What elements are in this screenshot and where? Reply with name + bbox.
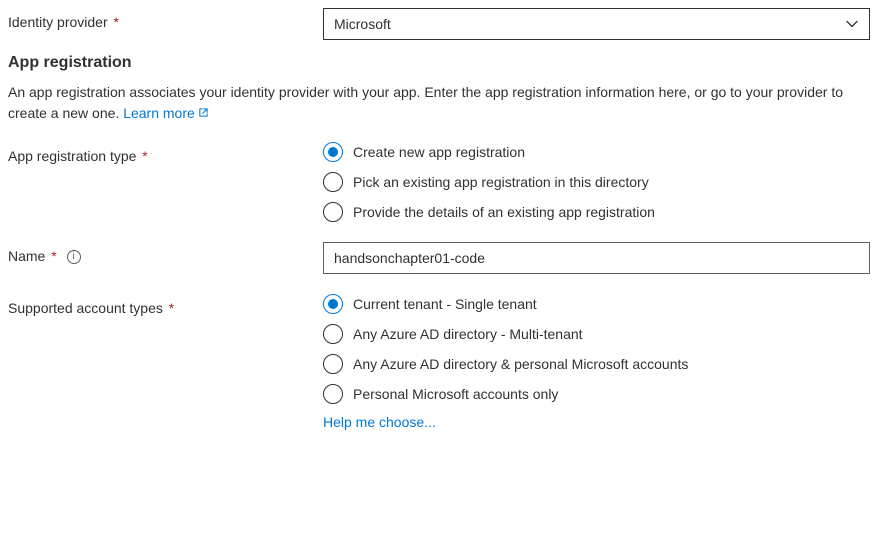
external-link-icon [198,103,209,114]
radio-icon [323,324,343,344]
identity-provider-dropdown[interactable]: Microsoft [323,8,870,40]
radio-label: Any Azure AD directory & personal Micros… [353,356,688,372]
info-icon[interactable]: i [67,250,81,264]
identity-provider-label: Identity provider [8,14,108,30]
registration-type-radio-group: Create new app registration Pick an exis… [323,142,870,222]
required-asterisk: * [51,248,56,264]
radio-label: Current tenant - Single tenant [353,296,537,312]
name-input[interactable] [323,242,870,274]
radio-label: Personal Microsoft accounts only [353,386,558,402]
identity-provider-value: Microsoft [334,16,391,32]
radio-icon [323,294,343,314]
radio-label: Any Azure AD directory - Multi-tenant [353,326,583,342]
radio-icon [323,202,343,222]
radio-multi-tenant[interactable]: Any Azure AD directory - Multi-tenant [323,324,870,344]
required-asterisk: * [114,14,119,30]
radio-label: Create new app registration [353,144,525,160]
radio-icon [323,384,343,404]
chevron-down-icon [845,17,859,31]
app-registration-heading: App registration [8,54,870,72]
app-registration-description: An app registration associates your iden… [8,82,870,124]
required-asterisk: * [169,300,174,316]
account-types-radio-group: Current tenant - Single tenant Any Azure… [323,294,870,404]
radio-personal-only[interactable]: Personal Microsoft accounts only [323,384,870,404]
radio-label: Pick an existing app registration in thi… [353,174,649,190]
radio-icon [323,172,343,192]
radio-icon [323,354,343,374]
radio-label: Provide the details of an existing app r… [353,204,655,220]
required-asterisk: * [142,148,147,164]
radio-pick-existing[interactable]: Pick an existing app registration in thi… [323,172,870,192]
radio-provide-details[interactable]: Provide the details of an existing app r… [323,202,870,222]
learn-more-text: Learn more [123,105,195,121]
learn-more-link[interactable]: Learn more [123,105,209,121]
help-me-choose-link[interactable]: Help me choose... [323,414,436,430]
account-types-label: Supported account types [8,300,163,316]
radio-icon [323,142,343,162]
radio-single-tenant[interactable]: Current tenant - Single tenant [323,294,870,314]
radio-multi-personal[interactable]: Any Azure AD directory & personal Micros… [323,354,870,374]
radio-create-new[interactable]: Create new app registration [323,142,870,162]
name-label: Name [8,248,45,264]
registration-type-label: App registration type [8,148,136,164]
